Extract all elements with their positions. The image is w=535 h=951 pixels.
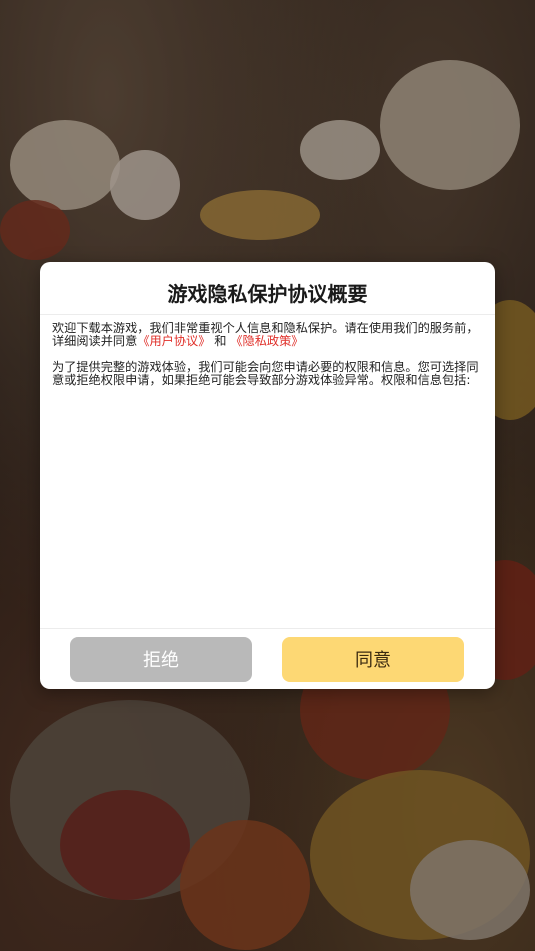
user-agreement-link[interactable]: 《用户协议》 — [137, 334, 210, 348]
permissions-paragraph: 为了提供完整的游戏体验，我们可能会向您申请必要的权限和信息。您可选择同意或拒绝权… — [52, 360, 479, 387]
title-divider — [40, 314, 495, 315]
privacy-policy-link[interactable]: 《隐私政策》 — [230, 334, 303, 348]
privacy-dialog: 游戏隐私保护协议概要 欢迎下载本游戏，我们非常重视个人信息和隐私保护。请在使用我… — [40, 262, 495, 689]
accept-button[interactable]: 同意 — [282, 637, 464, 682]
intro-paragraph: 欢迎下载本游戏，我们非常重视个人信息和隐私保护。请在使用我们的服务前，详细阅读并… — [52, 322, 483, 348]
reject-button[interactable]: 拒绝 — [70, 637, 252, 682]
conjunction-text: 和 — [210, 334, 231, 348]
dialog-title: 游戏隐私保护协议概要 — [167, 282, 368, 306]
dialog-body: 欢迎下载本游戏，我们非常重视个人信息和隐私保护。请在使用我们的服务前，详细阅读并… — [52, 322, 483, 627]
footer-divider — [40, 628, 495, 629]
